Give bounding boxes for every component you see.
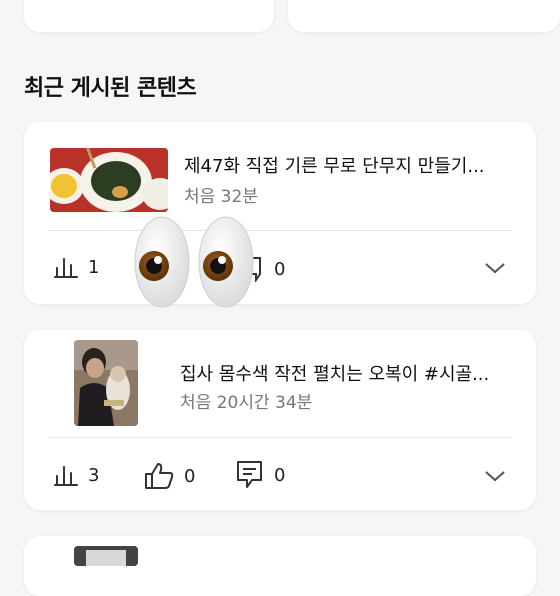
post-elapsed-time: 처음 32분 xyxy=(184,187,258,207)
expand-button[interactable] xyxy=(484,260,506,279)
post-title[interactable]: 집사 몸수색 작전 펼치는 오복이 #시골... xyxy=(180,360,510,386)
thumbs-up-icon xyxy=(144,462,174,490)
divider xyxy=(48,437,512,438)
comment-icon xyxy=(236,460,264,490)
chevron-down-icon xyxy=(485,263,505,274)
summary-card-right xyxy=(288,0,560,32)
thumbnail-image xyxy=(74,546,138,566)
comments-count: 0 xyxy=(274,258,286,280)
eyes-emoji xyxy=(132,214,256,310)
comments-count: 0 xyxy=(274,464,286,486)
stats-icon xyxy=(54,464,78,486)
expand-button[interactable] xyxy=(484,468,506,487)
stats-icon xyxy=(54,256,78,278)
comments-stat[interactable]: 0 xyxy=(236,460,285,490)
thumbnail-image xyxy=(74,340,138,426)
thumbnail-image xyxy=(50,148,168,212)
content-card-1[interactable]: 제47화 직접 기른 무로 단무지 만들기... 처음 32분 1 0 xyxy=(24,122,536,304)
views-count: 3 xyxy=(88,464,100,486)
chevron-down-icon xyxy=(485,471,505,482)
content-card-2[interactable]: 집사 몸수색 작전 펼치는 오복이 #시골... 처음 20시간 34분 3 0… xyxy=(24,330,536,510)
content-card-3[interactable] xyxy=(24,536,536,596)
likes-count: 0 xyxy=(184,465,196,487)
views-stat: 3 xyxy=(54,464,99,486)
likes-stat[interactable]: 0 xyxy=(144,462,195,490)
post-title[interactable]: 제47화 직접 기른 무로 단무지 만들기... xyxy=(184,152,514,178)
section-title: 최근 게시된 콘텐츠 xyxy=(24,76,197,101)
divider xyxy=(48,230,512,231)
post-elapsed-time: 처음 20시간 34분 xyxy=(180,393,313,413)
summary-card-left xyxy=(24,0,274,32)
views-count: 1 xyxy=(88,256,100,278)
views-stat: 1 xyxy=(54,256,99,278)
